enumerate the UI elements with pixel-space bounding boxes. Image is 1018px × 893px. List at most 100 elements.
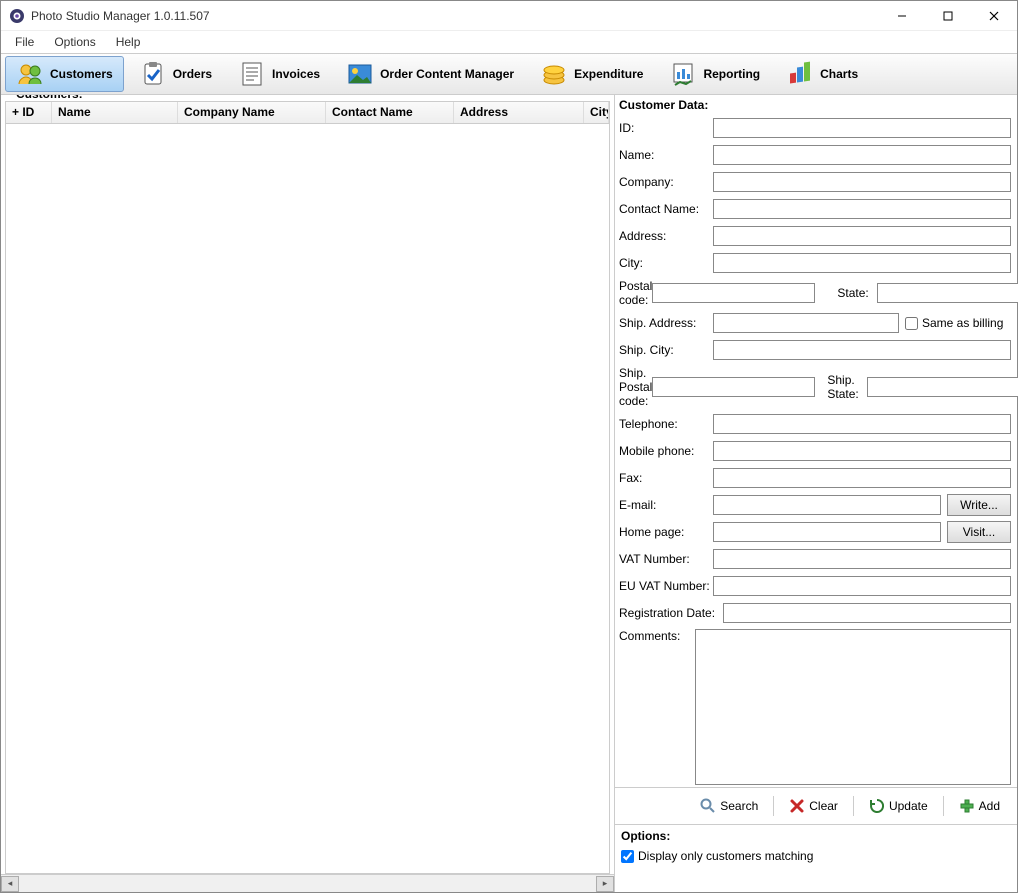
label-email: E-mail: <box>619 498 713 512</box>
toolbar-charts[interactable]: Charts <box>775 56 869 92</box>
checkbox-same-as-billing[interactable]: Same as billing <box>905 316 1003 330</box>
menubar: File Options Help <box>1 31 1017 53</box>
label-contact: Contact Name: <box>619 202 713 216</box>
label-eu-vat: EU VAT Number: <box>619 579 713 593</box>
customers-panel: Customers: + ID Name Company Name Contac… <box>1 95 615 892</box>
toolbar-reporting-label: Reporting <box>703 67 760 81</box>
menu-help[interactable]: Help <box>106 33 151 51</box>
menu-options[interactable]: Options <box>44 33 105 51</box>
input-postal-code[interactable] <box>652 283 815 303</box>
toolbar-ocm-label: Order Content Manager <box>380 67 514 81</box>
col-contact[interactable]: Contact Name <box>326 102 454 123</box>
plus-icon <box>959 798 975 814</box>
label-state: State: <box>837 286 868 300</box>
input-city[interactable] <box>713 253 1011 273</box>
scroll-left-arrow[interactable]: ◂ <box>1 876 19 892</box>
search-button[interactable]: Search <box>691 794 767 818</box>
label-city: City: <box>619 256 713 270</box>
menu-file[interactable]: File <box>5 33 44 51</box>
customer-data-title: Customer Data: <box>615 95 1017 115</box>
toolbar: Customers Orders Invoices Order Content … <box>1 53 1017 95</box>
toolbar-order-content-manager[interactable]: Order Content Manager <box>335 56 525 92</box>
minimize-button[interactable] <box>879 1 925 30</box>
toolbar-orders[interactable]: Orders <box>128 56 223 92</box>
titlebar: Photo Studio Manager 1.0.11.507 <box>1 1 1017 31</box>
customer-data-panel: Customer Data: ID: Name: Company: Contac… <box>615 95 1017 892</box>
col-company[interactable]: Company Name <box>178 102 326 123</box>
toolbar-customers[interactable]: Customers <box>5 56 124 92</box>
toolbar-orders-label: Orders <box>173 67 212 81</box>
input-ship-postal[interactable] <box>652 377 815 397</box>
toolbar-invoices[interactable]: Invoices <box>227 56 331 92</box>
options-section: Options: Display only customers matching <box>615 824 1017 867</box>
input-fax[interactable] <box>713 468 1011 488</box>
people-icon <box>16 60 44 88</box>
x-icon <box>789 798 805 814</box>
input-name[interactable] <box>713 145 1011 165</box>
label-fax: Fax: <box>619 471 713 485</box>
charts-icon <box>786 60 814 88</box>
visit-button[interactable]: Visit... <box>947 521 1011 543</box>
col-city[interactable]: City <box>584 102 609 123</box>
app-icon <box>9 8 25 24</box>
toolbar-expenditure-label: Expenditure <box>574 67 643 81</box>
label-address: Address: <box>619 229 713 243</box>
label-comments: Comments: <box>619 629 695 643</box>
label-ship-state: Ship. State: <box>827 373 858 401</box>
toolbar-reporting[interactable]: Reporting <box>658 56 771 92</box>
input-address[interactable] <box>713 226 1011 246</box>
action-bar: Search Clear Update Add <box>615 787 1017 824</box>
label-vat: VAT Number: <box>619 552 713 566</box>
input-ship-address[interactable] <box>713 313 899 333</box>
write-button[interactable]: Write... <box>947 494 1011 516</box>
input-email[interactable] <box>713 495 941 515</box>
label-postal: Postal code: <box>619 279 652 307</box>
customers-panel-title: Customers: <box>13 95 86 101</box>
grid-body[interactable] <box>6 124 609 873</box>
close-button[interactable] <box>971 1 1017 30</box>
label-reg-date: Registration Date: <box>619 606 723 620</box>
input-eu-vat[interactable] <box>713 576 1011 596</box>
horizontal-scrollbar[interactable]: ◂ ▸ <box>1 874 614 892</box>
input-vat[interactable] <box>713 549 1011 569</box>
input-id[interactable] <box>713 118 1011 138</box>
clipboard-check-icon <box>139 60 167 88</box>
toolbar-expenditure[interactable]: Expenditure <box>529 56 654 92</box>
window-title: Photo Studio Manager 1.0.11.507 <box>31 9 879 23</box>
options-title: Options: <box>621 829 1011 843</box>
label-ship-postal: Ship. Postal code: <box>619 366 652 408</box>
label-homepage: Home page: <box>619 525 713 539</box>
update-button[interactable]: Update <box>860 794 937 818</box>
input-state[interactable] <box>877 283 1018 303</box>
input-company[interactable] <box>713 172 1011 192</box>
checkbox-same-as-billing-box[interactable] <box>905 317 918 330</box>
label-company: Company: <box>619 175 713 189</box>
label-name: Name: <box>619 148 713 162</box>
col-id[interactable]: + ID <box>6 102 52 123</box>
magnifier-icon <box>700 798 716 814</box>
input-contact-name[interactable] <box>713 199 1011 219</box>
col-name[interactable]: Name <box>52 102 178 123</box>
label-mobile: Mobile phone: <box>619 444 713 458</box>
input-reg-date[interactable] <box>723 603 1011 623</box>
col-address[interactable]: Address <box>454 102 584 123</box>
clear-button[interactable]: Clear <box>780 794 847 818</box>
scroll-right-arrow[interactable]: ▸ <box>596 876 614 892</box>
input-homepage[interactable] <box>713 522 941 542</box>
input-comments[interactable] <box>695 629 1011 785</box>
toolbar-invoices-label: Invoices <box>272 67 320 81</box>
checkbox-display-only-matching[interactable]: Display only customers matching <box>621 849 1011 863</box>
label-telephone: Telephone: <box>619 417 713 431</box>
input-mobile[interactable] <box>713 441 1011 461</box>
toolbar-charts-label: Charts <box>820 67 858 81</box>
label-id: ID: <box>619 121 713 135</box>
add-button[interactable]: Add <box>950 794 1009 818</box>
checkbox-display-only-matching-box[interactable] <box>621 850 634 863</box>
input-telephone[interactable] <box>713 414 1011 434</box>
input-ship-state[interactable] <box>867 377 1018 397</box>
refresh-icon <box>869 798 885 814</box>
coins-icon <box>540 60 568 88</box>
maximize-button[interactable] <box>925 1 971 30</box>
report-icon <box>669 60 697 88</box>
input-ship-city[interactable] <box>713 340 1011 360</box>
